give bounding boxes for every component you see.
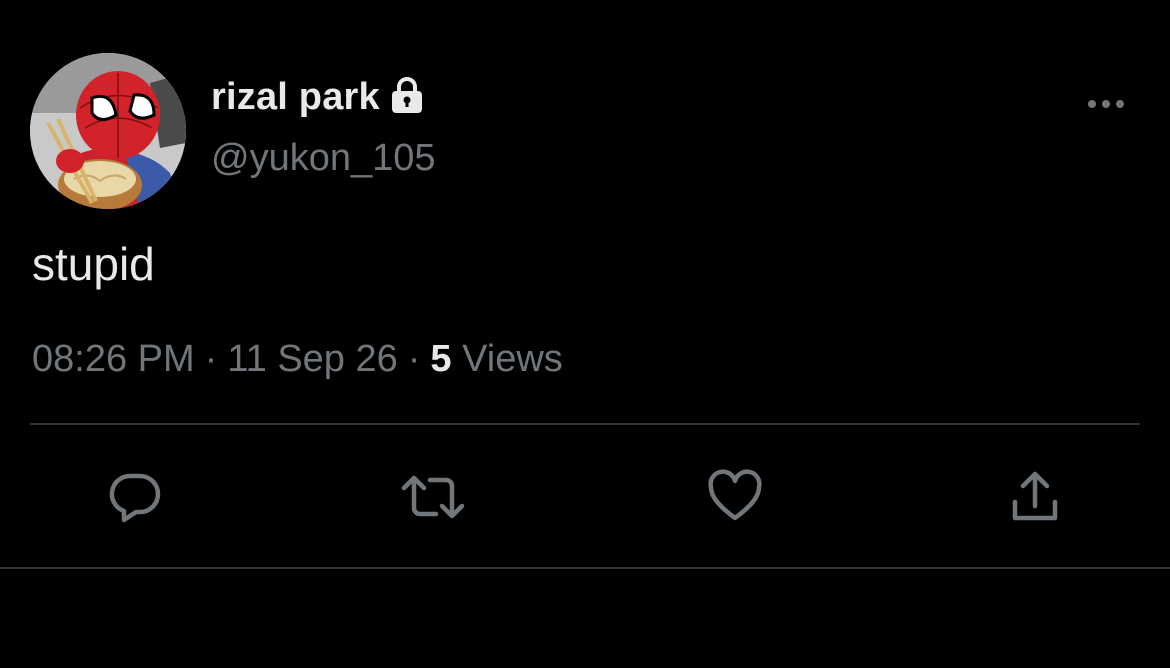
share-button[interactable] [1000,462,1070,532]
tweet-detail: rizal park @yukon_105 stupid 08:26 PM · 11… [0,0,1170,668]
share-icon [1012,471,1058,521]
tweet-date[interactable]: 11 Sep 26 [227,338,397,380]
views-label: Views [462,338,563,380]
reply-button[interactable] [100,462,170,532]
display-name[interactable]: rizal park [211,76,380,119]
meta-separator: · [407,338,421,380]
avatar-illustration [30,53,186,209]
tweet-text: stupid [32,238,155,290]
retweet-icon [401,475,465,519]
heart-icon [708,469,762,521]
reply-icon [109,473,161,523]
tweet-time[interactable]: 08:26 PM [32,338,195,380]
avatar[interactable] [30,53,186,209]
divider [30,423,1140,425]
retweet-button[interactable] [398,462,468,532]
divider [0,567,1170,569]
meta-separator: · [204,338,218,380]
display-name-row: rizal park [211,72,428,122]
tweet-meta: 08:26 PM · 11 Sep 26 · 5 Views [32,338,563,381]
action-bar [0,462,1170,532]
user-handle[interactable]: @yukon_105 [211,137,436,180]
more-dots-icon[interactable] [1084,90,1128,118]
views-count: 5 [430,338,452,380]
lock-icon [386,74,428,116]
like-button[interactable] [700,462,770,532]
